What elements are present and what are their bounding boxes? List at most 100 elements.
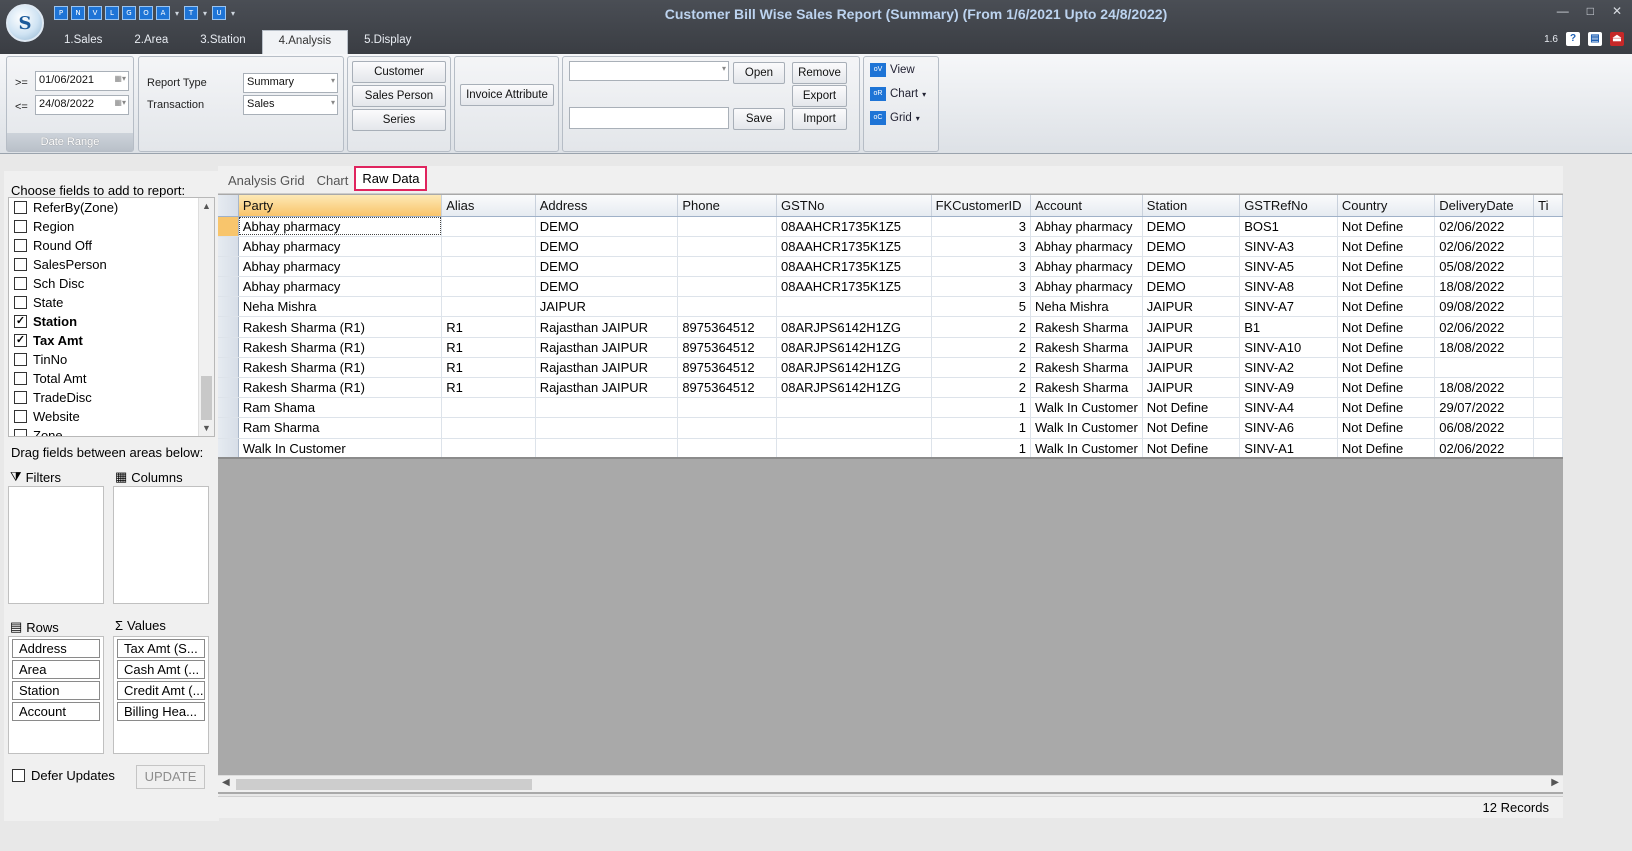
table-cell[interactable]: Not Define [1337,216,1436,237]
field-checkbox[interactable] [14,372,27,385]
table-cell[interactable] [441,438,536,457]
field-checkbox[interactable] [14,353,27,366]
column-header-fkcustomerid[interactable]: FKCustomerID [931,195,1031,217]
table-cell[interactable] [441,216,536,237]
table-cell[interactable]: SINV-A7 [1239,296,1338,318]
table-cell[interactable]: Rakesh Sharma (R1) [238,377,443,399]
view-button[interactable]: oV View [870,63,915,77]
table-cell[interactable]: 08AAHCR1735K1Z5 [776,216,932,237]
column-header-station[interactable]: Station [1142,195,1241,217]
defer-updates-checkbox[interactable] [12,769,25,782]
column-header-country[interactable]: Country [1337,195,1436,217]
row-header[interactable] [218,397,239,419]
table-cell[interactable]: 5 [931,296,1031,318]
remove-button[interactable]: Remove [792,62,847,84]
row-field-chip[interactable]: Address [12,639,100,658]
tab-display[interactable]: 5.Display [348,30,427,54]
grid-button[interactable]: oC Grid ▾ [870,111,920,125]
table-cell[interactable]: JAIPUR [1142,377,1241,399]
table-cell[interactable] [776,296,932,318]
row-field-chip[interactable]: Area [12,660,100,679]
table-cell[interactable] [1434,357,1535,379]
table-cell[interactable]: 08ARJPS6142H1ZG [776,337,932,358]
row-field-chip[interactable]: Account [12,702,100,721]
sales-person-button[interactable]: Sales Person [352,85,446,107]
table-cell[interactable] [1533,316,1563,338]
layout-select[interactable]: ▾ [569,61,729,81]
horizontal-scrollbar[interactable]: ◀ ▶ [218,775,1563,792]
save-button[interactable]: Save [733,108,785,130]
column-header-deliverydate[interactable]: DeliveryDate [1434,195,1535,217]
table-cell[interactable]: SINV-A3 [1239,236,1338,257]
table-cell[interactable]: Not Define [1337,316,1436,338]
table-cell[interactable]: SINV-A2 [1239,357,1338,379]
field-checkbox[interactable] [14,220,27,233]
table-cell[interactable]: SINV-A10 [1239,337,1338,358]
table-cell[interactable]: Neha Mishra [238,296,443,318]
minimize-button[interactable]: — [1557,4,1569,18]
table-cell[interactable]: Ram Sharma [238,417,443,439]
table-cell[interactable]: 8975364512 [677,357,777,379]
table-cell[interactable]: 29/07/2022 [1434,397,1535,419]
table-cell[interactable]: Abhay pharmacy [1030,236,1143,257]
table-cell[interactable]: 2 [931,357,1031,379]
field-item[interactable]: TradeDisc [9,388,214,407]
table-cell[interactable]: 08ARJPS6142H1ZG [776,357,932,379]
table-cell[interactable]: Rajasthan JAIPUR [535,357,679,379]
transaction-select[interactable]: Sales ▾ [243,95,338,115]
table-cell[interactable]: Ram Shama [238,397,443,419]
table-cell[interactable] [441,256,536,278]
scroll-thumb[interactable] [201,376,212,420]
table-cell[interactable]: Not Define [1337,236,1436,257]
table-row[interactable]: Walk In Customer 1 Walk In Customer Not Def… [218,438,1563,457]
table-cell[interactable] [677,216,777,237]
table-cell[interactable]: DEMO [1142,276,1241,298]
table-cell[interactable]: 09/08/2022 [1434,296,1535,318]
open-button[interactable]: Open [733,62,785,84]
table-cell[interactable]: Not Define [1337,256,1436,278]
field-item[interactable]: Sch Disc [9,274,214,293]
table-cell[interactable]: Not Define [1337,397,1436,419]
table-cell[interactable] [1533,296,1563,318]
row-header[interactable] [218,417,239,439]
field-item[interactable]: Total Amt [9,369,214,388]
table-cell[interactable]: 8975364512 [677,316,777,338]
row-field-chip[interactable]: Station [12,681,100,700]
scroll-left-icon[interactable]: ◀ [222,777,230,788]
table-cell[interactable] [535,438,679,457]
row-header[interactable] [218,296,239,318]
tab-analysis[interactable]: 4.Analysis [261,30,349,54]
report-type-select[interactable]: Summary ▾ [243,73,338,93]
table-cell[interactable]: Not Define [1337,417,1436,439]
table-cell[interactable]: Walk In Customer [238,438,443,457]
value-field-chip[interactable]: Cash Amt (... [117,660,205,679]
table-cell[interactable]: Abhay pharmacy [238,236,443,257]
restore-button[interactable]: □ [1587,4,1594,18]
field-checkbox[interactable] [14,258,27,271]
column-header-party[interactable]: Party [238,195,443,217]
table-cell[interactable] [677,256,777,278]
chart-button[interactable]: oR Chart ▾ [870,87,926,101]
table-cell[interactable]: Abhay pharmacy [1030,216,1143,237]
table-cell[interactable] [1533,397,1563,419]
view-tab-chart[interactable]: Chart [311,169,355,193]
table-cell[interactable]: Abhay pharmacy [238,276,443,298]
field-checkbox[interactable] [14,429,27,436]
table-cell[interactable] [441,296,536,318]
table-cell[interactable]: Walk In Customer [1030,397,1143,419]
table-cell[interactable]: SINV-A1 [1239,438,1338,457]
table-cell[interactable]: 08AAHCR1735K1Z5 [776,236,932,257]
table-cell[interactable]: Rakesh Sharma (R1) [238,316,443,338]
defer-updates[interactable]: Defer Updates [12,768,115,783]
table-cell[interactable]: JAIPUR [1142,296,1241,318]
table-cell[interactable]: Not Define [1337,337,1436,358]
table-cell[interactable]: Abhay pharmacy [238,256,443,278]
field-checkbox[interactable] [14,410,27,423]
tab-sales[interactable]: 1.Sales [48,30,118,54]
value-field-chip[interactable]: Billing Hea... [117,702,205,721]
table-row[interactable]: Abhay pharmacy DEMO 08AAHCR1735K1Z5 3 Abhay… [218,236,1563,257]
field-checkbox[interactable]: ✓ [14,334,27,347]
table-cell[interactable]: JAIPUR [1142,337,1241,358]
table-cell[interactable]: 1 [931,438,1031,457]
row-header[interactable] [218,276,239,298]
